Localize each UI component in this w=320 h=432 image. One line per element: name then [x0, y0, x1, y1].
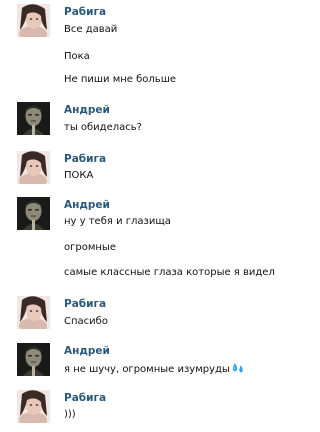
message-text: Спасибо: [64, 316, 108, 327]
andrey-avatar[interactable]: [17, 102, 50, 135]
sweat-droplets-icon: [231, 362, 245, 378]
message-text: ПОКА: [64, 170, 94, 181]
rabiga-avatar[interactable]: [17, 296, 50, 329]
message-text-row: я не шучу, огромные изумруды: [64, 362, 245, 378]
message-text: ))): [64, 409, 76, 420]
sender-name[interactable]: Андрей: [64, 104, 110, 116]
sender-name[interactable]: Рабига: [64, 392, 106, 404]
sender-name[interactable]: Рабига: [64, 298, 106, 310]
sender-name[interactable]: Рабига: [64, 6, 106, 18]
message-text: огромные: [64, 242, 116, 253]
message-text: ты обиделась?: [64, 122, 142, 133]
message-text: самые классные глаза которые я видел: [64, 267, 275, 278]
andrey-avatar[interactable]: [17, 197, 50, 230]
sender-name[interactable]: Андрей: [64, 345, 110, 357]
message-text: Пока: [64, 51, 90, 62]
message-text: Не пиши мне больше: [64, 74, 177, 85]
message-text: ну у тебя и глазища: [64, 216, 171, 227]
rabiga-avatar[interactable]: [17, 4, 50, 37]
rabiga-avatar[interactable]: [17, 151, 50, 184]
rabiga-avatar[interactable]: [17, 390, 50, 423]
message-text: Все давай: [64, 24, 118, 35]
sender-name[interactable]: Андрей: [64, 199, 110, 211]
andrey-avatar[interactable]: [17, 343, 50, 376]
sender-name[interactable]: Рабига: [64, 153, 106, 165]
message-text: я не шучу, огромные изумруды: [64, 364, 230, 375]
